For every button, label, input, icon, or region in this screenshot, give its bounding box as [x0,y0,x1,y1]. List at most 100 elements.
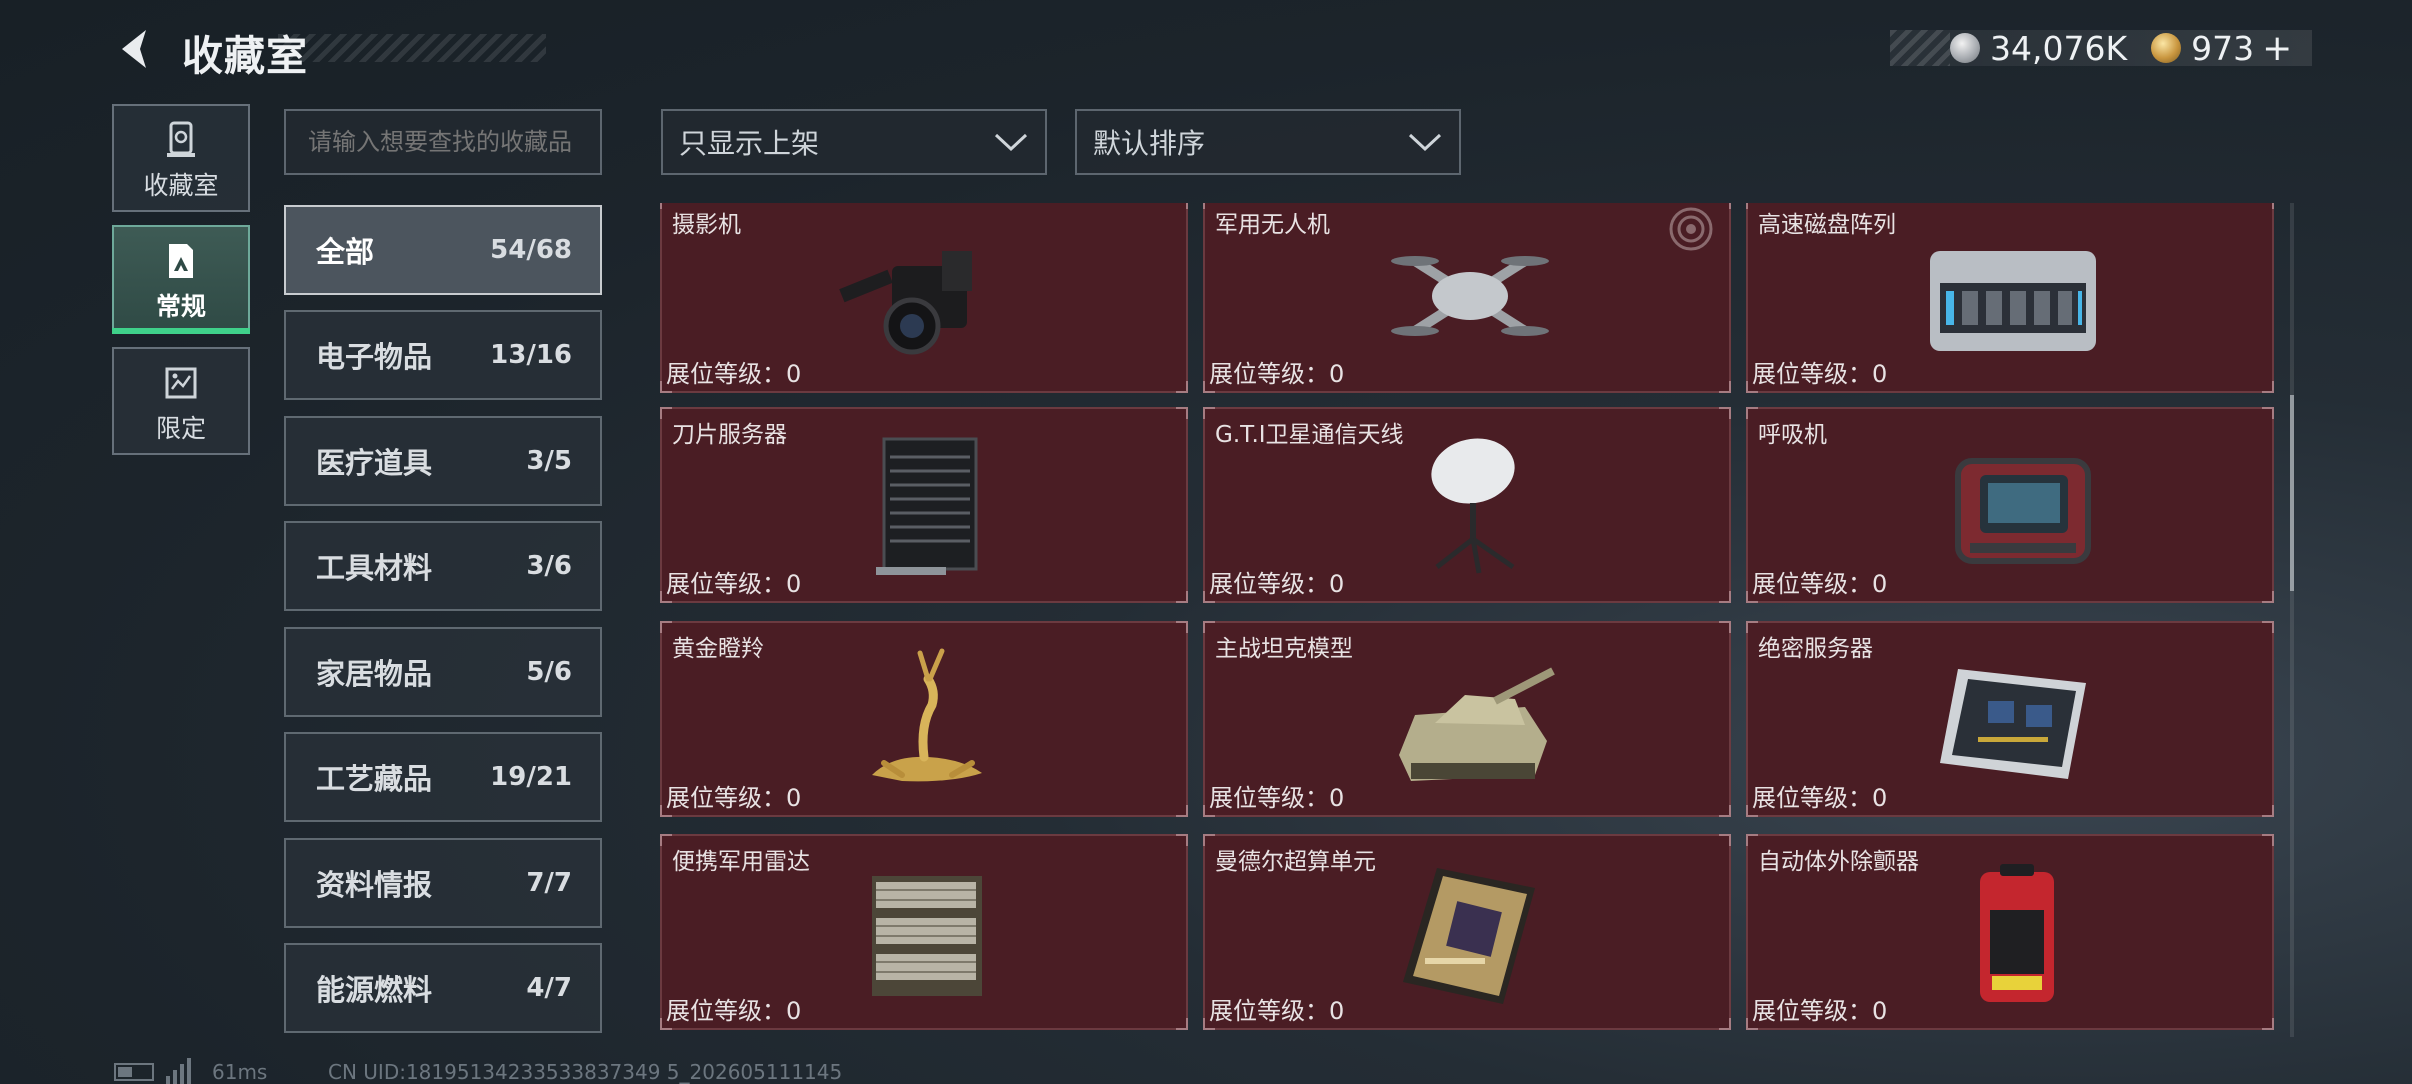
category-tools[interactable]: 工具材料 3/6 [284,521,602,611]
item-name: 自动体外除颤器 [1758,849,1919,875]
item-name: 军用无人机 [1215,212,1330,238]
drone-icon [1391,256,1549,336]
category-name: 电子物品 [316,340,433,374]
category-name: 医疗道具 [316,446,433,480]
item-level: 展位等级：0 [1209,570,1345,598]
nav-limited[interactable]: 限定 [112,347,250,455]
item-name: 曼德尔超算单元 [1215,849,1376,875]
category-count: 3/6 [526,551,572,581]
category-name: 全部 [316,235,375,269]
category-intel[interactable]: 资料情报 7/7 [284,838,602,928]
nav-label-collection-room: 收藏室 [143,171,219,200]
currency-bar: 34,076K 973 + [1890,28,2312,69]
chevron-down-icon [1408,133,1442,152]
item-level: 展位等级：0 [666,570,802,598]
back-arrow-icon[interactable] [112,26,158,72]
nav-regular[interactable]: 常规 [112,225,250,334]
chevron-down-icon [994,133,1028,152]
supercomputer-unit-icon [1403,868,1535,1004]
category-count: 19/21 [490,762,572,792]
category-medical[interactable]: 医疗道具 3/5 [284,416,602,506]
category-all[interactable]: 全部 54/68 [284,205,602,295]
disk-array-icon [1930,251,2096,351]
item-level: 展位等级：0 [1209,784,1345,812]
item-name: 便携军用雷达 [672,849,810,875]
nav-collection-room[interactable]: 收藏室 [112,104,250,212]
item-level: 展位等级：0 [666,997,802,1025]
category-count: 13/16 [490,340,572,370]
nav-label-limited: 限定 [155,414,206,443]
battery-icon [114,1063,154,1081]
category-count: 5/6 [526,657,572,687]
collection-item-blade-server[interactable]: 刀片服务器 展位等级：0 [660,407,1188,603]
category-name: 工艺藏品 [316,762,433,796]
item-level: 展位等级：0 [1752,997,1888,1025]
ventilator-icon [1955,458,2091,564]
currency-primary: 34,076K [1990,28,2128,68]
item-name: 呼吸机 [1758,422,1827,448]
signal-icon [166,1058,194,1084]
collection-item-disk-array[interactable]: 高速磁盘阵列 展位等级：0 [1746,203,2274,393]
currency-secondary: 973 [2191,28,2255,68]
regular-icon [169,244,193,278]
item-level: 展位等级：0 [666,784,802,812]
title-decoration [278,34,546,62]
category-electronics[interactable]: 电子物品 13/16 [284,310,602,400]
item-name: 高速磁盘阵列 [1758,212,1896,238]
category-household[interactable]: 家居物品 5/6 [284,627,602,717]
item-level: 展位等级：0 [1209,360,1345,388]
collection-item-tank-model[interactable]: 主战坦克模型 展位等级：0 [1203,621,1731,817]
collection-item-secret-server[interactable]: 绝密服务器 展位等级：0 [1746,621,2274,817]
radar-icon [872,876,982,996]
category-count: 54/68 [490,235,572,265]
collection-item-drone[interactable]: 军用无人机 展位等级：0 [1203,203,1731,393]
golden-gazelle-icon [872,648,982,782]
category-name: 资料情报 [316,868,433,902]
nav-label-regular: 常规 [155,292,206,321]
scrollbar-track[interactable] [2290,203,2294,1037]
blade-server-icon [876,437,978,575]
item-level: 展位等级：0 [1752,784,1888,812]
sort-dropdown[interactable]: 默认排序 [1075,109,1461,175]
currency-decoration [1890,30,1950,66]
limited-icon [165,367,197,399]
target-icon[interactable] [1667,205,1715,253]
category-name: 能源燃料 [316,973,433,1007]
collection-item-satellite-dish[interactable]: G.T.I卫星通信天线 展位等级：0 [1203,407,1731,603]
secret-server-icon [1940,669,2086,779]
collection-item-supercomputer-unit[interactable]: 曼德尔超算单元 展位等级：0 [1203,834,1731,1030]
add-currency-button[interactable]: + [2262,28,2292,69]
collection-item-camera[interactable]: 摄影机 展位等级：0 [660,203,1188,393]
collection-item-golden-gazelle[interactable]: 黄金瞪羚 展位等级：0 [660,621,1188,817]
item-level: 展位等级：0 [1752,570,1888,598]
collection-grid: 摄影机 展位等级：0 军用无人机 展位等级：0 高速磁盘阵列 展位等级：0 刀片… [660,203,2276,1035]
category-count: 4/7 [526,973,572,1003]
gold-coin-icon [2151,33,2182,63]
item-name: 绝密服务器 [1758,636,1873,662]
category-name: 工具材料 [316,551,433,585]
item-name: 刀片服务器 [672,422,787,448]
scrollbar-thumb[interactable] [2290,395,2294,591]
item-level: 展位等级：0 [1752,360,1888,388]
collection-item-defibrillator[interactable]: 自动体外除颤器 展位等级：0 [1746,834,2274,1030]
collection-room-icon [167,121,195,157]
search-input[interactable] [284,109,602,175]
silver-coin-icon [1950,33,1980,63]
item-level: 展位等级：0 [1209,997,1345,1025]
collection-item-ventilator[interactable]: 呼吸机 展位等级：0 [1746,407,2274,603]
category-energy[interactable]: 能源燃料 4/7 [284,943,602,1033]
category-name: 家居物品 [316,657,433,691]
tank-model-icon [1399,667,1555,781]
active-indicator [112,328,250,334]
item-name: 黄金瞪羚 [672,636,764,662]
shelf-filter-dropdown[interactable]: 只显示上架 [661,109,1047,175]
category-crafts[interactable]: 工艺藏品 19/21 [284,732,602,822]
collection-item-radar[interactable]: 便携军用雷达 展位等级：0 [660,834,1188,1030]
sort-value: 默认排序 [1093,127,1206,160]
defibrillator-icon [1980,864,2054,1002]
item-level: 展位等级：0 [666,360,802,388]
shelf-filter-value: 只显示上架 [679,127,820,160]
uid-label: CN UID:18195134233533837349 5_2026051111… [328,1060,843,1084]
ping-label: 61ms [212,1060,268,1084]
satellite-dish-icon [1431,438,1515,574]
